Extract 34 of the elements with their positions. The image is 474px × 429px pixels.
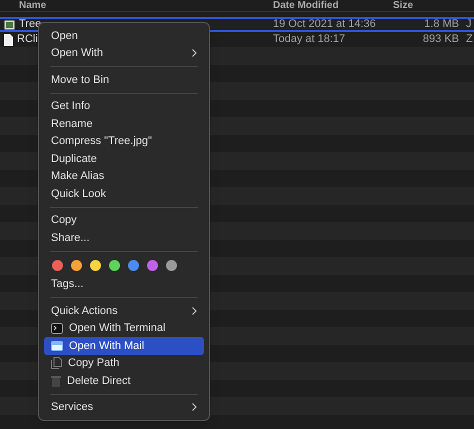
image-file-icon <box>4 20 15 30</box>
column-header[interactable]: Size <box>393 0 414 11</box>
menu-item[interactable]: Open With Terminal <box>44 320 204 337</box>
terminal-icon <box>51 322 63 334</box>
menu-item[interactable]: Compress "Tree.jpg" <box>44 132 204 150</box>
menu-item[interactable]: Tags... <box>44 276 204 293</box>
menu-item[interactable]: Rename <box>44 115 204 132</box>
document-icon <box>51 357 62 370</box>
file-kind: J <box>466 18 472 30</box>
menu-item[interactable]: Quick Actions <box>44 302 204 320</box>
column-header[interactable]: Date Modified <box>273 0 339 11</box>
menu-item[interactable]: Make Alias <box>44 168 204 185</box>
date-modified: 19 Oct 2021 at 14:36 <box>273 18 376 30</box>
menu-item[interactable]: Copy Path <box>44 354 204 372</box>
menu-item[interactable]: Delete Direct <box>44 372 204 390</box>
menu-item[interactable]: Get Info <box>44 98 204 115</box>
menu-item[interactable]: Move to Bin <box>44 71 204 88</box>
file-size: 1.8 MB <box>424 18 459 30</box>
column-header[interactable]: Name <box>19 0 46 11</box>
file-kind: Z <box>466 33 473 46</box>
menu-item[interactable]: Duplicate <box>44 150 204 168</box>
menu-item[interactable]: Quick Look <box>44 185 204 202</box>
menu-item[interactable]: Share... <box>44 229 204 246</box>
menu-item[interactable]: Open With Mail <box>44 337 204 354</box>
file-name: RCli <box>17 32 38 48</box>
trash-icon <box>51 374 61 387</box>
file-name: Tree <box>19 17 42 32</box>
menu-item[interactable]: Copy <box>44 212 204 229</box>
menu-item[interactable]: Open With <box>44 44 204 62</box>
file-size: 893 KB <box>422 33 459 46</box>
menu-item[interactable]: Services <box>44 398 204 416</box>
envelope-icon <box>51 340 63 351</box>
date-modified: Today at 18:17 <box>273 33 346 46</box>
document-icon <box>4 34 13 46</box>
